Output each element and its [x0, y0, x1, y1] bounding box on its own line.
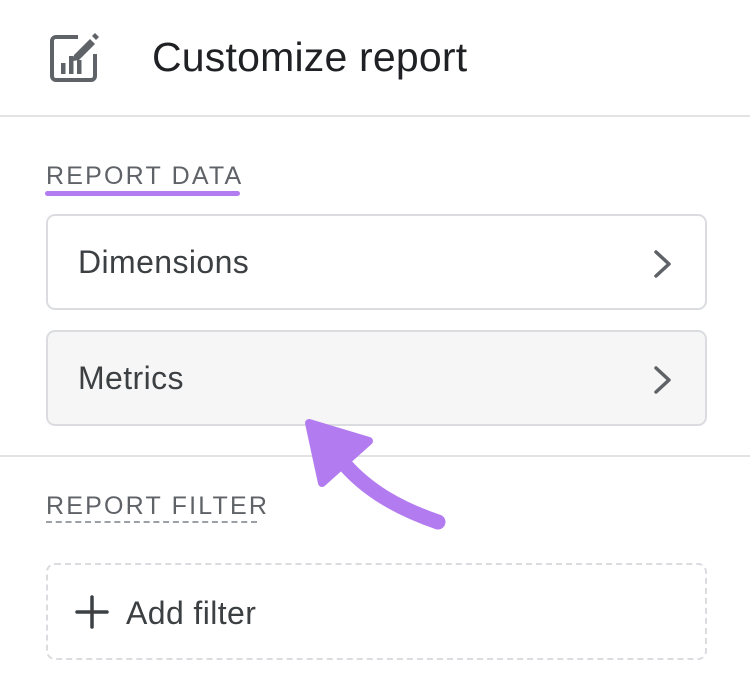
report-data-heading: REPORT DATA — [46, 162, 244, 190]
add-filter-label: Add filter — [126, 595, 257, 631]
edit-chart-icon[interactable] — [48, 32, 100, 84]
pointer-arrow — [305, 419, 446, 530]
plus-icon — [75, 595, 109, 629]
chevron-right-icon — [654, 366, 671, 394]
report-filter-heading: REPORT FILTER — [46, 492, 270, 520]
report-filter-dashed-underline — [46, 521, 257, 523]
page-title: Customize report — [152, 34, 468, 80]
dimensions-row[interactable]: Dimensions — [46, 214, 707, 310]
panel-header: Customize report — [0, 0, 750, 117]
report-data-highlight-underline — [45, 191, 240, 196]
add-filter-button[interactable]: Add filter — [46, 563, 707, 660]
customize-report-panel: Customize report REPORT DATA Dimensions … — [0, 0, 750, 684]
metrics-label: Metrics — [78, 360, 184, 396]
chevron-right-icon — [654, 250, 671, 278]
dimensions-label: Dimensions — [78, 244, 250, 280]
